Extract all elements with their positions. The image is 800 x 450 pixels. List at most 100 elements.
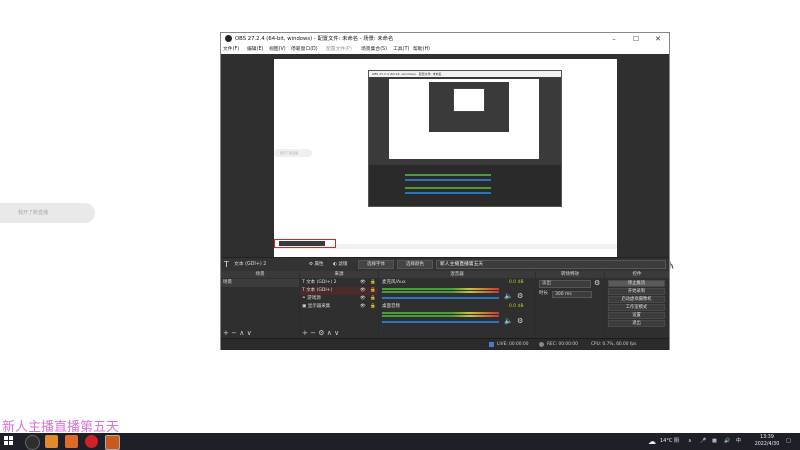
- text-source-icon: T: [224, 260, 229, 269]
- selected-source-name: 文本 (GDI+) 2: [234, 262, 267, 267]
- duration-label: 时长: [539, 291, 548, 296]
- eye-icon[interactable]: 👁: [360, 303, 366, 311]
- nested-volume: [405, 192, 491, 194]
- sources-footer: + − ⚙ ∧ ∨: [300, 329, 378, 338]
- menu-edit[interactable]: 编辑(E): [247, 45, 263, 54]
- properties-button[interactable]: ⚙ 属性: [309, 260, 323, 269]
- gamepad-icon: ⚭: [302, 296, 306, 301]
- add-source-icon[interactable]: +: [302, 329, 308, 337]
- windows-taskbar: ☁ 14°C 阴 ∧ 🎤 ▩ 🔊 中 13:39 2022/4/30 □: [0, 433, 800, 450]
- transition-select[interactable]: 淡出: [539, 280, 591, 288]
- network-icon[interactable]: ▩: [712, 433, 717, 450]
- mic-track-db: 0.0 dB: [509, 280, 524, 285]
- desktop-volume-slider[interactable]: [382, 321, 499, 323]
- gear-icon[interactable]: ⚙: [517, 317, 523, 325]
- eye-icon[interactable]: 👁: [360, 287, 366, 295]
- tray-chevron-icon[interactable]: ∧: [688, 433, 692, 450]
- monitor-icon: ▣: [302, 304, 307, 309]
- remove-scene-icon[interactable]: −: [231, 329, 237, 337]
- gear-icon[interactable]: ⚙: [318, 329, 324, 337]
- move-up-icon[interactable]: ∧: [327, 329, 332, 337]
- menu-help[interactable]: 帮助(H): [413, 45, 430, 54]
- gear-icon[interactable]: ⚙: [594, 279, 600, 287]
- add-scene-icon[interactable]: +: [223, 329, 229, 337]
- mic-track-name: 麦克风/Aux: [382, 280, 406, 285]
- mic-volume-slider[interactable]: [382, 297, 499, 299]
- move-down-icon[interactable]: ∨: [247, 329, 252, 337]
- lock-icon[interactable]: 🔒: [370, 295, 376, 303]
- start-recording-button[interactable]: 开始录制: [608, 288, 665, 295]
- mic-icon[interactable]: 🎤: [700, 433, 706, 450]
- source-item[interactable]: ▣ 显示器采集 👁 🔒: [300, 303, 378, 311]
- filters-button[interactable]: ◐ 滤镜: [333, 260, 347, 269]
- select-font-button[interactable]: 选择字体: [358, 260, 394, 269]
- eye-icon[interactable]: 👁: [360, 279, 366, 287]
- clock[interactable]: 13:39 2022/4/30: [752, 434, 782, 448]
- select-color-button[interactable]: 选择颜色: [397, 260, 433, 269]
- mixer-dock: 混音器 麦克风/Aux 0.0 dB 🔈 ⚙ 桌面音频 0.0 dB 🔈 ⚙: [379, 271, 535, 338]
- lock-icon[interactable]: 🔒: [370, 279, 376, 287]
- music-taskbar-icon[interactable]: [85, 435, 98, 448]
- menu-profile[interactable]: 配置文件(P): [326, 45, 352, 54]
- speaker-icon[interactable]: 🔈: [504, 317, 513, 325]
- speaker-icon[interactable]: 🔈: [504, 292, 513, 300]
- volume-icon[interactable]: 🔊: [724, 433, 730, 450]
- selected-text-source[interactable]: [274, 239, 336, 248]
- gear-icon[interactable]: ⚙: [517, 292, 523, 300]
- source-item[interactable]: T 文本 (GDI+) 2 👁 🔒: [300, 279, 378, 287]
- stop-streaming-button[interactable]: 停止推流: [608, 280, 665, 287]
- preview-canvas[interactable]: 我开了新直播 OBS 27.2.4 (64-bit, windows) - 配置…: [274, 59, 617, 267]
- lock-icon[interactable]: 🔒: [370, 287, 376, 295]
- transitions-header: 转场特效: [536, 271, 604, 278]
- maximize-icon[interactable]: ☐: [625, 33, 647, 45]
- menu-tools[interactable]: 工具(T): [393, 45, 409, 54]
- duration-input[interactable]: 300 ms: [552, 291, 592, 298]
- desktop-notification-pill: 我开了新直播: [0, 203, 95, 223]
- menu-scene-collection[interactable]: 场景集合(S): [361, 45, 387, 54]
- menu-bar: 文件(F) 编辑(E) 视图(V) 停靠窗口(D) 配置文件(P) 场景集合(S…: [221, 45, 669, 54]
- status-bar: LIVE: 00:00:00 REC: 00:00:00 CPU: 0.7%, …: [221, 338, 669, 350]
- preview-notification-pill: 我开了新直播: [274, 149, 312, 157]
- source-item[interactable]: T 文本 (GDI+) 👁 🔒: [300, 287, 378, 295]
- source-item[interactable]: ⚭ 游戏源 👁 🔒: [300, 295, 378, 303]
- close-icon[interactable]: ✕: [647, 33, 669, 45]
- settings-button[interactable]: 设置: [608, 312, 665, 319]
- source-text-input[interactable]: 新人主播直播第五天: [436, 260, 666, 269]
- controls-dock: 控件 停止推流 开始录制 启动虚拟摄像机 工作室模式 设置 退出: [605, 271, 669, 338]
- app-taskbar-icon[interactable]: [65, 435, 78, 448]
- live-timer: LIVE: 00:00:00: [497, 342, 529, 347]
- start-virtual-camera-button[interactable]: 启动虚拟摄像机: [608, 296, 665, 303]
- mic-level-meter: [382, 291, 499, 293]
- cloud-icon: ☁: [648, 437, 656, 446]
- selected-source-content: [279, 241, 325, 246]
- scene-item[interactable]: 场景: [221, 279, 299, 287]
- app-taskbar-icon[interactable]: [105, 435, 120, 450]
- text-source-icon: T: [302, 288, 305, 293]
- nested-docks: [369, 165, 561, 206]
- move-down-icon[interactable]: ∨: [334, 329, 339, 337]
- window-title: OBS 27.2.4 (64-bit, windows) - 配置文件: 未命名…: [235, 36, 394, 42]
- remove-source-icon[interactable]: −: [310, 329, 316, 337]
- obs-taskbar-icon[interactable]: [25, 435, 40, 450]
- desktop-track-name: 桌面音频: [382, 304, 400, 309]
- notification-icon[interactable]: □: [786, 433, 791, 450]
- clock-date: 2022/4/30: [754, 442, 780, 447]
- nested-preview-inner: [429, 82, 509, 132]
- nested-preview: [389, 79, 539, 159]
- minimize-icon[interactable]: –: [603, 33, 625, 45]
- nested-window-title: OBS 27.2.4 (64-bit, windows) - 配置文件: 未命名: [369, 71, 561, 77]
- nested-preview-deep: [453, 88, 485, 112]
- studio-mode-button[interactable]: 工作室模式: [608, 304, 665, 311]
- lock-icon[interactable]: 🔒: [370, 303, 376, 311]
- weather-text[interactable]: 14°C 阴: [660, 433, 679, 450]
- menu-file[interactable]: 文件(F): [223, 45, 239, 54]
- move-up-icon[interactable]: ∧: [239, 329, 244, 337]
- menu-docks[interactable]: 停靠窗口(D): [291, 45, 318, 54]
- ime-icon[interactable]: 中: [736, 433, 741, 450]
- eye-icon[interactable]: 👁: [360, 295, 366, 303]
- desktop-track-db: 0.0 dB: [509, 304, 524, 309]
- app-taskbar-icon[interactable]: [45, 435, 58, 448]
- exit-button[interactable]: 退出: [608, 320, 665, 327]
- menu-view[interactable]: 视图(V): [269, 45, 286, 54]
- start-icon[interactable]: [4, 436, 14, 446]
